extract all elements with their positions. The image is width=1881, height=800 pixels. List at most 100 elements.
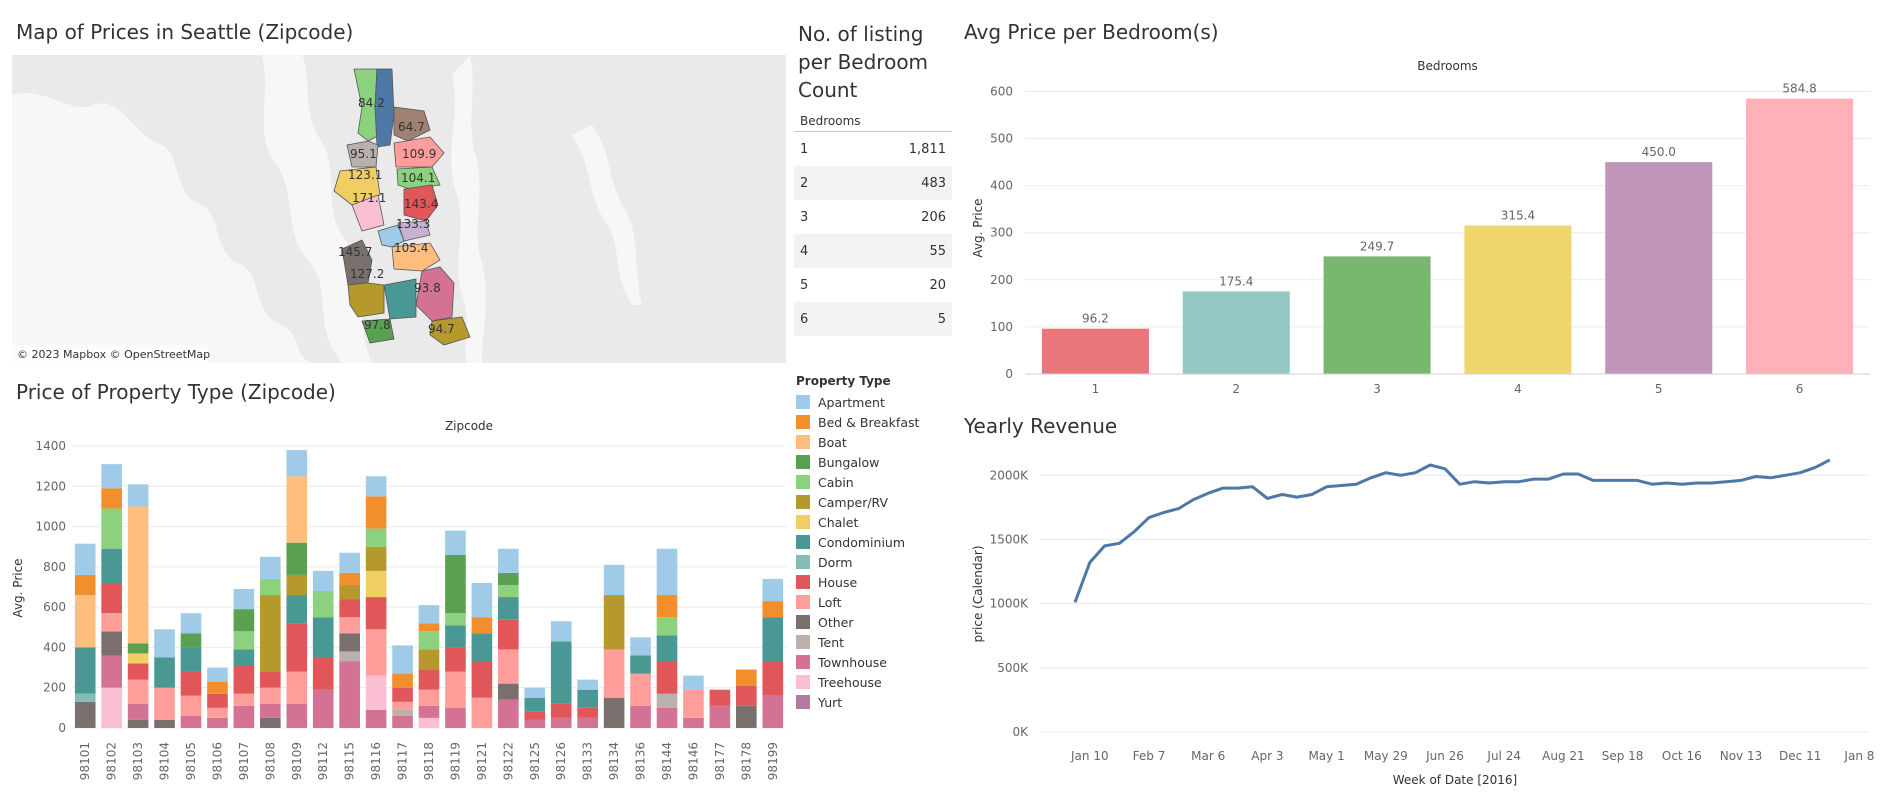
bar-segment[interactable] (180, 715, 202, 728)
bar-segment[interactable] (101, 488, 122, 509)
bar-segment[interactable] (101, 582, 122, 614)
legend-item[interactable]: Camper/RV (796, 492, 919, 512)
bar-segment[interactable] (630, 673, 651, 706)
bar-segment[interactable] (445, 554, 466, 614)
bar-segment[interactable] (312, 689, 334, 728)
bar-segment[interactable] (339, 661, 360, 728)
bar-segment[interactable] (312, 591, 334, 618)
bar-segment[interactable] (74, 647, 96, 694)
legend-item[interactable]: Loft (796, 592, 919, 612)
bar-segment[interactable] (233, 693, 255, 706)
bar-segment[interactable] (365, 675, 387, 710)
bar-segment[interactable] (180, 613, 202, 634)
bar-segment[interactable] (286, 450, 308, 477)
bar-segment[interactable] (74, 693, 96, 702)
bar-segment[interactable] (101, 687, 122, 728)
bar-segment[interactable] (365, 528, 387, 547)
bar-segment[interactable] (339, 599, 360, 618)
bar-segment[interactable] (630, 637, 651, 656)
bar-segment[interactable] (312, 570, 334, 592)
legend-item[interactable]: Treehouse (796, 672, 919, 692)
legend-item[interactable]: Tent (796, 632, 919, 652)
bar-segment[interactable] (603, 697, 625, 728)
bar-segment[interactable] (286, 671, 308, 704)
map-region[interactable] (383, 278, 417, 320)
bar-segment[interactable] (524, 719, 546, 728)
bar-segment[interactable] (445, 613, 466, 626)
bar-segment[interactable] (392, 701, 413, 710)
bar-segment[interactable] (418, 649, 440, 670)
bar-segment[interactable] (603, 649, 625, 698)
bar-segment[interactable] (339, 651, 360, 662)
bar-segment[interactable] (74, 701, 96, 728)
bar-segment[interactable] (498, 597, 519, 620)
bar-segment[interactable] (260, 703, 281, 718)
bar-segment[interactable] (101, 631, 122, 656)
bar-segment[interactable] (418, 623, 440, 632)
bar-segment[interactable] (339, 633, 360, 652)
bar-segment[interactable] (74, 543, 96, 575)
bar-segment[interactable] (762, 661, 784, 696)
map-attribution[interactable]: © 2023 Mapbox © OpenStreetMap (17, 348, 210, 361)
table-row[interactable]: 65 (794, 302, 952, 336)
bar-segment[interactable] (498, 584, 519, 598)
legend-item[interactable]: Cabin (796, 472, 919, 492)
bar-segment[interactable] (471, 617, 493, 634)
table-row[interactable]: 4 55 (794, 234, 952, 268)
table-row[interactable]: 3 206 (794, 200, 952, 234)
bar-segment[interactable] (498, 649, 519, 684)
bar-segment[interactable] (286, 542, 308, 575)
legend-item[interactable]: Apartment (796, 392, 919, 412)
bar-segment[interactable] (127, 703, 149, 720)
bar-segment[interactable] (365, 496, 387, 529)
bar-segment[interactable] (683, 675, 704, 690)
bar-segment[interactable] (709, 689, 731, 706)
bar-segment[interactable] (233, 649, 255, 666)
bar-segment[interactable] (656, 693, 678, 708)
bar-segment[interactable] (127, 643, 149, 654)
bar-segment[interactable] (180, 633, 202, 648)
bar-segment[interactable] (74, 595, 96, 648)
bar-segment[interactable] (550, 641, 572, 704)
bar-segment[interactable] (365, 597, 387, 630)
bar[interactable] (1464, 225, 1572, 374)
bar-segment[interactable] (498, 548, 519, 573)
revenue-line[interactable] (1073, 458, 1831, 603)
bar-segment[interactable] (630, 655, 651, 674)
bar-segment[interactable] (736, 669, 757, 686)
bar-segment[interactable] (101, 655, 122, 688)
legend-item[interactable]: Other (796, 612, 919, 632)
bar-segment[interactable] (762, 617, 784, 662)
bar-segment[interactable] (127, 506, 149, 644)
bar-segment[interactable] (339, 584, 360, 600)
bar-segment[interactable] (233, 589, 255, 610)
bar-segment[interactable] (154, 719, 175, 728)
bar-segment[interactable] (445, 625, 466, 648)
bar-segment[interactable] (180, 671, 202, 696)
bar-segment[interactable] (127, 663, 149, 680)
bar-segment[interactable] (233, 665, 255, 694)
bar-segment[interactable] (683, 689, 704, 718)
bar-segment[interactable] (445, 707, 466, 728)
bar-segment[interactable] (127, 484, 149, 507)
bar-segment[interactable] (550, 717, 572, 728)
bar-segment[interactable] (577, 707, 598, 718)
bar-segment[interactable] (524, 697, 546, 712)
property-type-chart[interactable]: Zipcode 0 200 400 600 800 1000 1200 1400 Avg. Pri… (0, 412, 790, 796)
bar-segment[interactable] (312, 617, 334, 658)
legend-item[interactable]: Bungalow (796, 452, 919, 472)
bar-segment[interactable] (127, 679, 149, 704)
bar-segment[interactable] (339, 617, 360, 634)
bar-segment[interactable] (260, 671, 281, 688)
table-row[interactable]: 5 20 (794, 268, 952, 302)
bar-segment[interactable] (418, 689, 440, 706)
bar-segment[interactable] (550, 621, 572, 642)
legend-item[interactable]: Dorm (796, 552, 919, 572)
bar-segment[interactable] (286, 703, 308, 728)
avg-price-bedroom-chart[interactable]: Bedrooms 0 100 200 300 400 500 600 Avg. Price 96.… (960, 52, 1876, 398)
bar-segment[interactable] (524, 711, 546, 720)
bar-segment[interactable] (736, 685, 757, 706)
bar-segment[interactable] (762, 695, 784, 728)
bar-segment[interactable] (312, 657, 334, 690)
bar-segment[interactable] (603, 595, 625, 650)
